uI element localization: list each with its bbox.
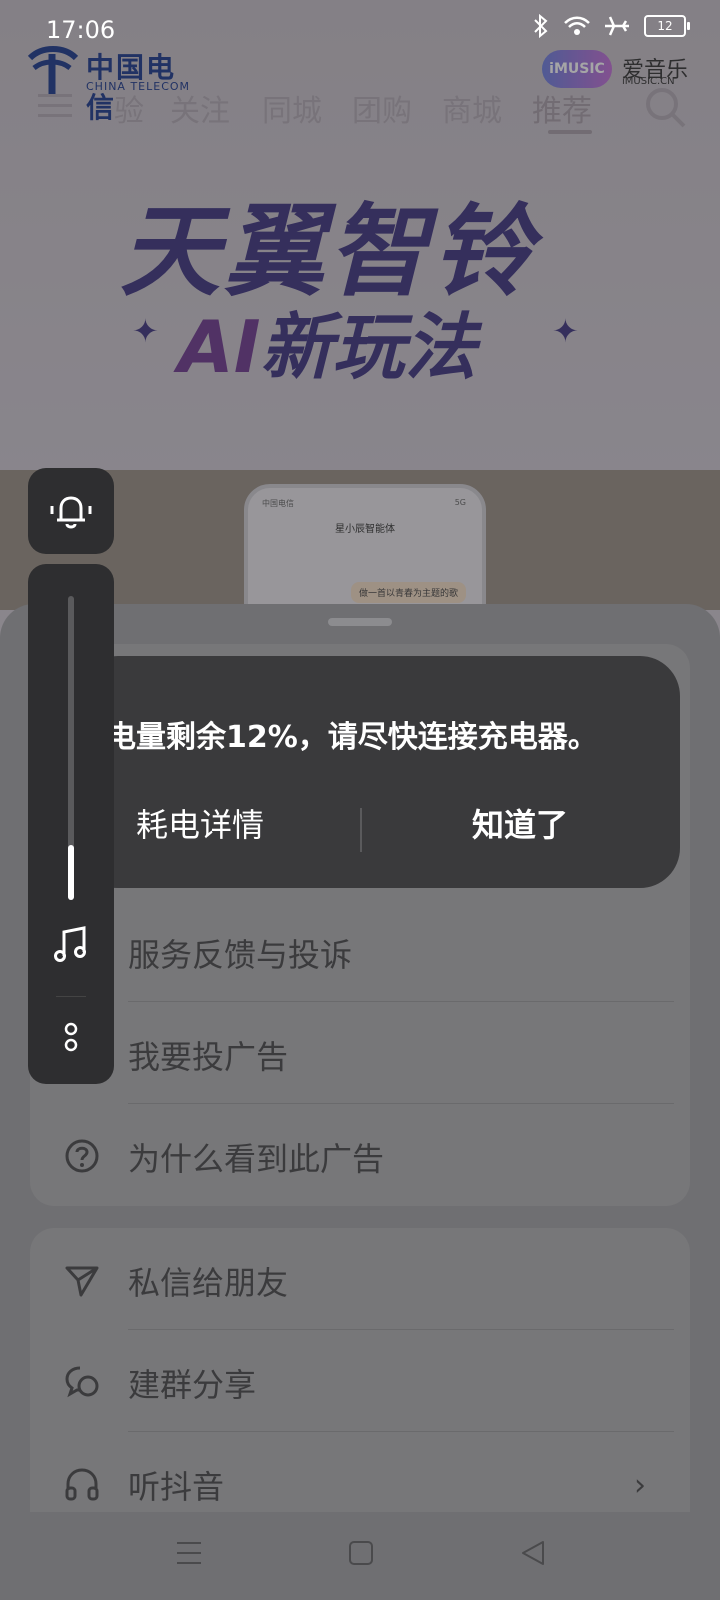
menu-item-label: 私信给朋友 bbox=[128, 1264, 289, 1302]
divider bbox=[56, 996, 86, 997]
menu-item-private-message[interactable]: 私信给朋友 bbox=[30, 1228, 690, 1330]
low-battery-dialog: 电量剩余12%，请尽快连接充电器。 耗电详情 知道了 bbox=[78, 656, 680, 888]
more-options-icon[interactable] bbox=[62, 1020, 80, 1058]
headphones-icon bbox=[64, 1466, 100, 1502]
ringer-mode-button[interactable] bbox=[28, 468, 114, 554]
battery-level: 12 bbox=[657, 19, 673, 33]
system-navigation-bar bbox=[0, 1512, 720, 1600]
menu-item-label: 听抖音 bbox=[128, 1468, 225, 1506]
recents-menu-icon[interactable] bbox=[176, 1540, 202, 1570]
menu-item-why-ad[interactable]: 为什么看到此广告 bbox=[30, 1104, 690, 1206]
menu-group-2: 私信给朋友 建群分享 听抖音 › bbox=[30, 1228, 690, 1520]
chevron-right-icon: › bbox=[634, 1468, 646, 1503]
battery-icon: 12 bbox=[644, 15, 690, 37]
status-icons: 12 bbox=[532, 14, 690, 38]
sheet-drag-handle[interactable] bbox=[328, 618, 392, 626]
battery-usage-details-button[interactable]: 耗电详情 bbox=[136, 800, 264, 846]
menu-item-listen-douyin[interactable]: 听抖音 › bbox=[30, 1432, 690, 1520]
volume-panel bbox=[28, 564, 114, 1084]
menu-item-feedback[interactable]: 服务反馈与投诉 bbox=[30, 900, 690, 1002]
question-icon bbox=[64, 1138, 100, 1174]
menu-item-label: 我要投广告 bbox=[128, 1038, 289, 1076]
menu-item-label: 为什么看到此广告 bbox=[128, 1140, 385, 1178]
bluetooth-icon bbox=[532, 14, 550, 38]
send-icon bbox=[64, 1262, 100, 1298]
status-time: 17:06 bbox=[46, 16, 116, 44]
menu-item-label: 建群分享 bbox=[128, 1366, 257, 1404]
status-bar: 17:06 12 bbox=[0, 0, 720, 62]
back-button-icon[interactable] bbox=[520, 1540, 546, 1570]
volume-level-fill bbox=[68, 845, 74, 900]
group-chat-icon bbox=[64, 1364, 100, 1400]
airplane-mode-icon bbox=[604, 15, 630, 37]
music-note-icon[interactable] bbox=[51, 924, 91, 968]
divider bbox=[360, 808, 362, 852]
home-button-icon[interactable] bbox=[348, 1540, 374, 1570]
menu-item-group-share[interactable]: 建群分享 bbox=[30, 1330, 690, 1432]
menu-item-advertise[interactable]: 我要投广告 bbox=[30, 1002, 690, 1104]
menu-item-label: 服务反馈与投诉 bbox=[128, 936, 353, 974]
wifi-icon bbox=[564, 15, 590, 37]
got-it-button[interactable]: 知道了 bbox=[472, 800, 568, 846]
screen: 中国电信 CHINA TELECOM iMUSIC 爱音乐 iMUSIC.CN … bbox=[0, 0, 720, 1600]
low-battery-message: 电量剩余12%，请尽快连接充电器。 bbox=[106, 720, 598, 755]
volume-slider[interactable] bbox=[68, 596, 74, 900]
